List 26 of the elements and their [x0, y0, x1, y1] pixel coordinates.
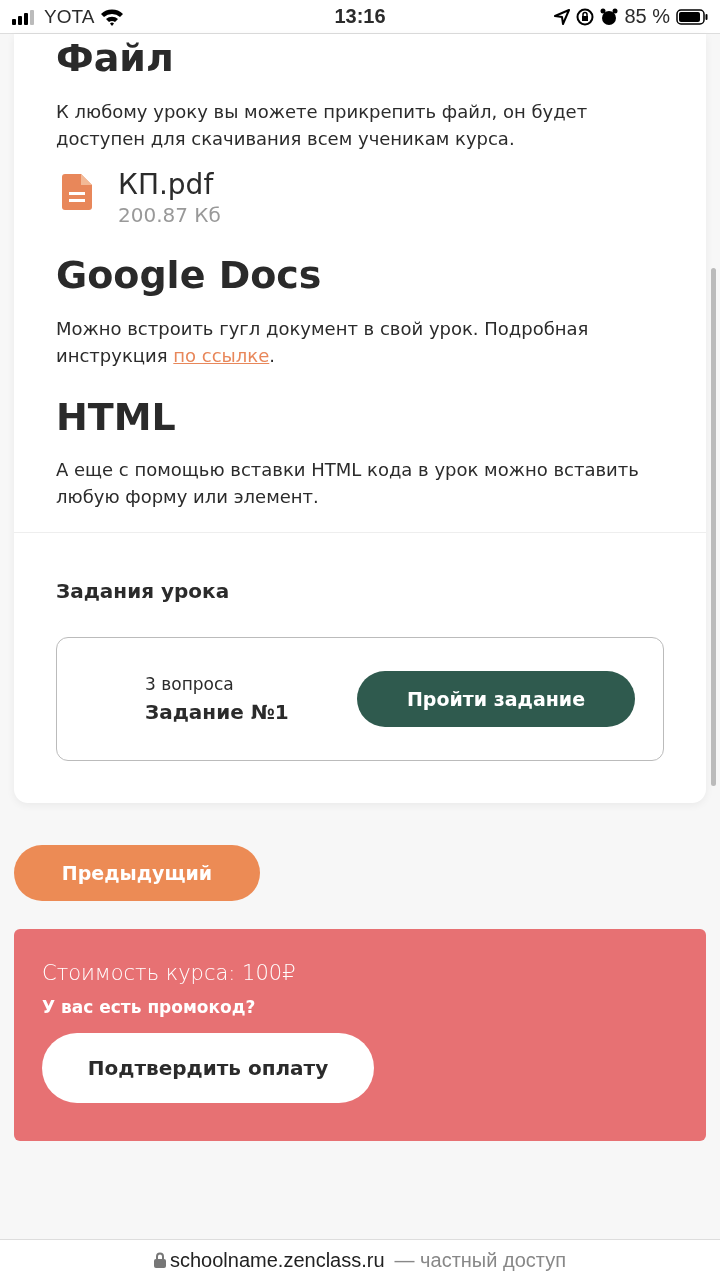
lock-icon	[154, 1252, 166, 1268]
site-domain[interactable]: schoolname.zenclass.ru	[170, 1248, 385, 1272]
section-heading: Google Docs	[56, 254, 323, 297]
alarm-icon	[600, 7, 619, 26]
file-size: 200.87 Кб	[118, 202, 221, 227]
clock-time: 13:16	[334, 5, 386, 28]
battery-percent: 85 %	[624, 5, 670, 28]
start-task-button[interactable]: Пройти задание	[357, 671, 635, 728]
file-name[interactable]: КП.pdf	[118, 167, 221, 201]
section-text: А еще с помощью вставки HTML кода в урок можно вставить любую форму или элемент.	[56, 458, 640, 510]
section-heading: HTML	[56, 396, 177, 439]
section-text: Можно встроить гугл документ в свой урок. Подробная инструкция по ссылке.	[56, 316, 590, 368]
location-icon	[554, 8, 571, 25]
rotation-lock-icon	[576, 7, 595, 26]
task-name: Задание №1	[145, 700, 289, 725]
tasks-heading: Задания урока	[56, 579, 231, 604]
section-text: К любому уроку вы можете прикрепить файл, он будет доступен для скачивания всем ученикам курса.	[56, 99, 589, 151]
question-count: 3 вопроса	[145, 674, 235, 695]
access-note: — частный доступ	[394, 1248, 566, 1272]
battery-icon	[676, 8, 708, 25]
section-heading: Файл	[56, 35, 175, 80]
course-price: Стоимость курса: 100₽	[42, 961, 296, 986]
carrier-name: YOTA	[44, 5, 95, 28]
wifi-icon	[100, 7, 125, 26]
confirm-payment-button[interactable]: Подтвердить оплату	[42, 1033, 374, 1104]
document-icon[interactable]	[62, 173, 92, 210]
